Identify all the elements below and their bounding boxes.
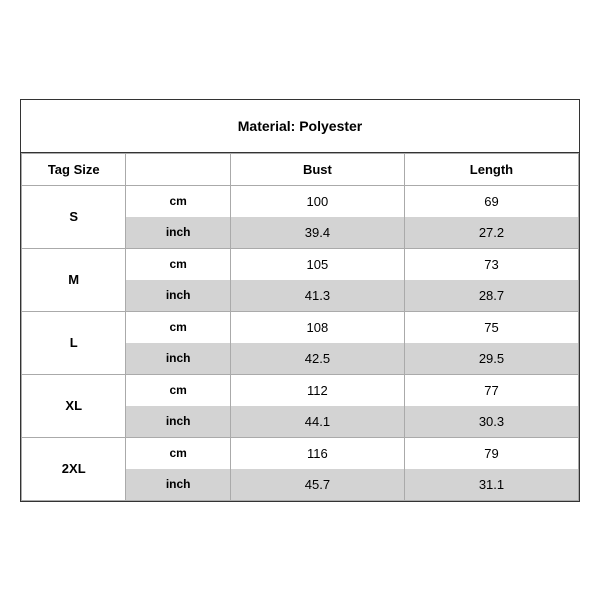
unit-cm-cell: cm <box>126 437 230 469</box>
table-row: Lcm10875 <box>22 311 579 343</box>
size-chart: Material: Polyester Tag Size Bust Length… <box>20 99 580 502</box>
length-inch-value: 30.3 <box>404 406 578 438</box>
bust-header: Bust <box>230 153 404 185</box>
bust-inch-value: 44.1 <box>230 406 404 438</box>
table-row: Mcm10573 <box>22 248 579 280</box>
unit-cm-cell: cm <box>126 374 230 406</box>
unit-cm-cell: cm <box>126 185 230 217</box>
table-row: Scm10069 <box>22 185 579 217</box>
title-text: Material: Polyester <box>238 118 363 134</box>
chart-title: Material: Polyester <box>21 100 579 153</box>
bust-cm-value: 108 <box>230 311 404 343</box>
length-cm-value: 79 <box>404 437 578 469</box>
tag-size-cell: S <box>22 185 126 248</box>
tag-size-cell: XL <box>22 374 126 437</box>
bust-inch-value: 39.4 <box>230 217 404 249</box>
bust-cm-value: 100 <box>230 185 404 217</box>
length-cm-value: 77 <box>404 374 578 406</box>
unit-cm-cell: cm <box>126 248 230 280</box>
table-row: XLcm11277 <box>22 374 579 406</box>
bust-cm-value: 105 <box>230 248 404 280</box>
unit-cm-cell: cm <box>126 311 230 343</box>
bust-cm-value: 116 <box>230 437 404 469</box>
bust-inch-value: 42.5 <box>230 343 404 375</box>
unit-inch-cell: inch <box>126 406 230 438</box>
tag-size-header: Tag Size <box>22 153 126 185</box>
length-inch-value: 31.1 <box>404 469 578 501</box>
length-header: Length <box>404 153 578 185</box>
unit-header <box>126 153 230 185</box>
length-inch-value: 29.5 <box>404 343 578 375</box>
bust-inch-value: 45.7 <box>230 469 404 501</box>
header-row: Tag Size Bust Length <box>22 153 579 185</box>
length-inch-value: 28.7 <box>404 280 578 312</box>
unit-inch-cell: inch <box>126 343 230 375</box>
unit-inch-cell: inch <box>126 280 230 312</box>
length-inch-value: 27.2 <box>404 217 578 249</box>
table-row: 2XLcm11679 <box>22 437 579 469</box>
size-table: Tag Size Bust Length Scm10069inch39.427.… <box>21 153 579 501</box>
length-cm-value: 75 <box>404 311 578 343</box>
length-cm-value: 73 <box>404 248 578 280</box>
bust-inch-value: 41.3 <box>230 280 404 312</box>
tag-size-cell: M <box>22 248 126 311</box>
unit-inch-cell: inch <box>126 469 230 501</box>
bust-cm-value: 112 <box>230 374 404 406</box>
tag-size-cell: 2XL <box>22 437 126 500</box>
length-cm-value: 69 <box>404 185 578 217</box>
unit-inch-cell: inch <box>126 217 230 249</box>
tag-size-cell: L <box>22 311 126 374</box>
